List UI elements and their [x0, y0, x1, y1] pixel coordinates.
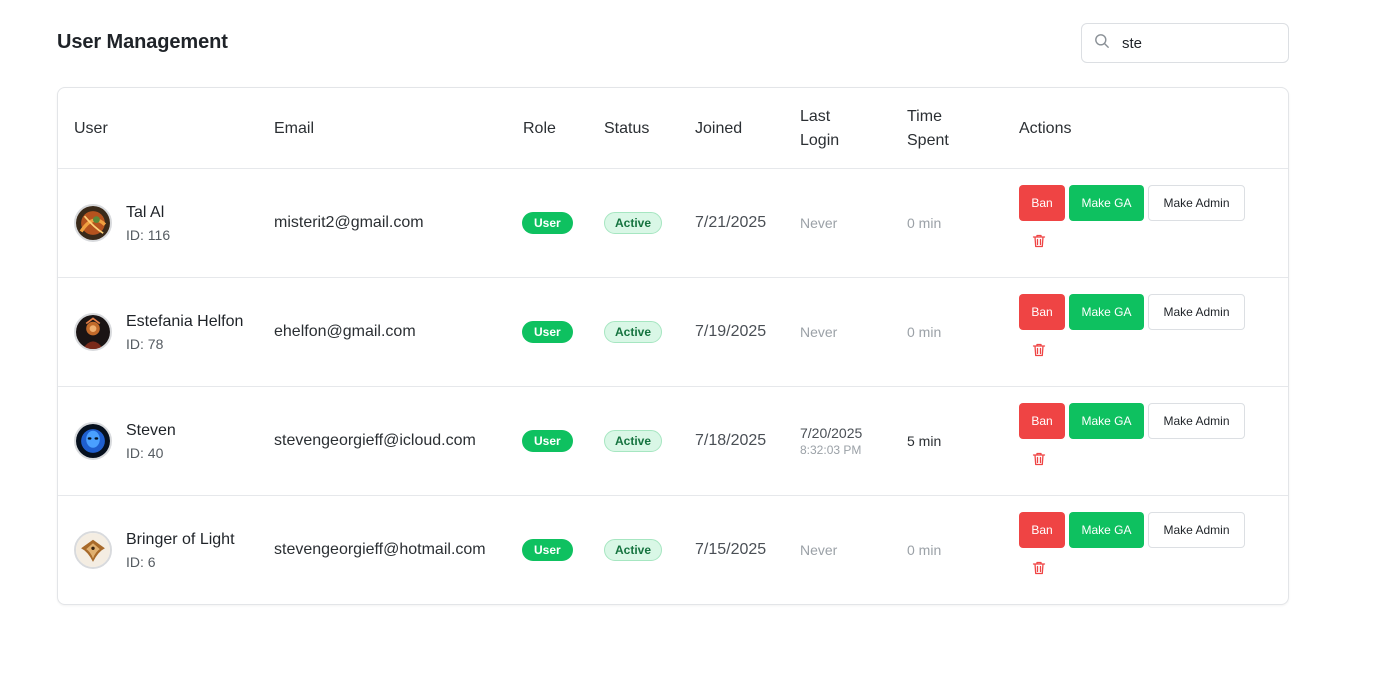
user-id: ID: 6 — [126, 554, 156, 570]
make-admin-button[interactable]: Make Admin — [1148, 294, 1245, 330]
last-login: Never — [800, 542, 838, 558]
user-email: stevengeorgieff@icloud.com — [274, 432, 476, 449]
trash-icon[interactable] — [1031, 233, 1047, 249]
joined-date: 7/21/2025 — [695, 214, 767, 231]
user-name: Estefania Helfon — [126, 313, 244, 330]
avatar — [74, 204, 112, 242]
role-badge: User — [522, 430, 573, 452]
user-name: Bringer of Light — [126, 531, 235, 548]
ban-button[interactable]: Ban — [1019, 403, 1065, 439]
table-row: Steven ID: 40 stevengeorgieff@icloud.com… — [58, 387, 1288, 496]
time-spent: 0 min — [907, 542, 942, 558]
column-header-user: User — [74, 119, 108, 137]
column-header-role: Role — [523, 119, 556, 137]
make-ga-button[interactable]: Make GA — [1069, 185, 1144, 221]
column-header-email: Email — [274, 119, 315, 137]
table-header: User Email Role Status Joined Last Login… — [58, 88, 1288, 169]
ban-button[interactable]: Ban — [1019, 185, 1065, 221]
status-badge: Active — [604, 430, 663, 452]
time-spent: 0 min — [907, 215, 942, 231]
role-badge: User — [522, 321, 573, 343]
user-email: stevengeorgieff@hotmail.com — [274, 541, 486, 558]
last-login-time: 8:32:03 PM — [800, 442, 862, 457]
trash-icon[interactable] — [1031, 342, 1047, 358]
user-id: ID: 78 — [126, 336, 164, 352]
user-name: Steven — [126, 422, 176, 439]
ban-button[interactable]: Ban — [1019, 512, 1065, 548]
search-icon — [1094, 33, 1110, 54]
user-email: ehelfon@gmail.com — [274, 323, 416, 340]
time-spent: 5 min — [907, 433, 942, 449]
joined-date: 7/15/2025 — [695, 541, 767, 558]
status-badge: Active — [604, 321, 663, 343]
trash-icon[interactable] — [1031, 451, 1047, 467]
users-table: User Email Role Status Joined Last Login… — [57, 87, 1289, 605]
column-header-joined: Joined — [695, 119, 743, 137]
make-ga-button[interactable]: Make GA — [1069, 403, 1144, 439]
user-id: ID: 116 — [126, 227, 171, 243]
role-badge: User — [522, 539, 573, 561]
search-box[interactable] — [1081, 23, 1289, 63]
make-ga-button[interactable]: Make GA — [1069, 512, 1144, 548]
status-badge: Active — [604, 212, 663, 234]
user-id: ID: 40 — [126, 445, 164, 461]
role-badge: User — [522, 212, 573, 234]
joined-date: 7/19/2025 — [695, 323, 767, 340]
trash-icon[interactable] — [1031, 560, 1047, 576]
status-badge: Active — [604, 539, 663, 561]
make-admin-button[interactable]: Make Admin — [1148, 512, 1245, 548]
ban-button[interactable]: Ban — [1019, 294, 1065, 330]
search-input[interactable] — [1122, 31, 1282, 55]
user-name: Tal Al — [126, 204, 165, 221]
avatar — [74, 422, 112, 460]
avatar — [74, 313, 112, 351]
column-header-time-spent: Time Spent — [907, 107, 949, 149]
column-header-last-login: Last Login — [800, 107, 840, 149]
page-title: User Management — [57, 31, 228, 53]
last-login: 7/20/2025 — [800, 424, 863, 441]
last-login: Never — [800, 324, 838, 340]
make-ga-button[interactable]: Make GA — [1069, 294, 1144, 330]
last-login: Never — [800, 215, 838, 231]
make-admin-button[interactable]: Make Admin — [1148, 403, 1245, 439]
avatar — [74, 531, 112, 569]
time-spent: 0 min — [907, 324, 942, 340]
table-row: Estefania Helfon ID: 78 ehelfon@gmail.co… — [58, 278, 1288, 387]
make-admin-button[interactable]: Make Admin — [1148, 185, 1245, 221]
table-row: Bringer of Light ID: 6 stevengeorgieff@h… — [58, 496, 1288, 604]
user-email: misterit2@gmail.com — [274, 214, 424, 231]
column-header-status: Status — [604, 119, 650, 137]
joined-date: 7/18/2025 — [695, 432, 767, 449]
column-header-actions: Actions — [1019, 119, 1072, 137]
table-row: Tal Al ID: 116 misterit2@gmail.com User … — [58, 169, 1288, 278]
